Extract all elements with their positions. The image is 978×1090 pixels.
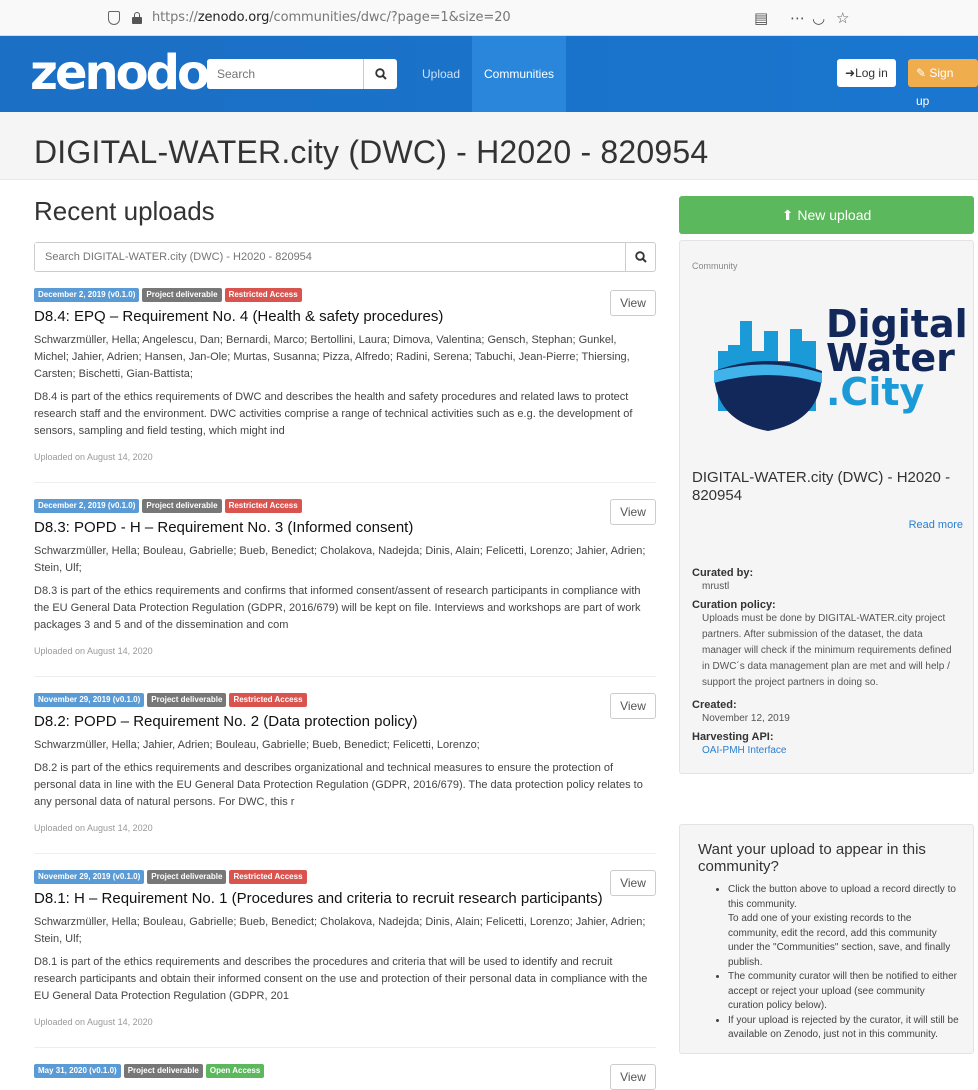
zenodo-logo[interactable]: zenodo [30, 44, 210, 102]
record-item: May 31, 2020 (v0.1.0) Project deliverabl… [34, 1048, 656, 1090]
community-name: DIGITAL-WATER.city (DWC) - H2020 - 82095… [692, 469, 951, 504]
community-panel: Community Digital Water .City DIGITAL-WA… [679, 240, 974, 774]
record-description: D8.1 is part of the ethics requirements … [34, 956, 648, 1002]
record-item: November 29, 2019 (v0.1.0) Project deliv… [34, 854, 656, 1048]
record-description: D8.4 is part of the ethics requirements … [34, 391, 633, 437]
record-item: December 2, 2019 (v0.1.0) Project delive… [34, 483, 656, 677]
curated-by-value: mrustl [702, 581, 730, 592]
access-badge[interactable]: Restricted Access [229, 693, 307, 707]
search-icon [634, 251, 647, 263]
site-search [207, 59, 397, 89]
pocket-icon[interactable]: ◡ [812, 9, 825, 27]
dwc-skyline-icon [714, 321, 822, 431]
oai-pmh-link[interactable]: OAI-PMH Interface [702, 743, 961, 759]
url-field[interactable]: https://zenodo.org/communities/dwc/?page… [152, 10, 511, 25]
curation-policy-label: Curation policy: [692, 599, 776, 611]
site-search-input[interactable] [207, 59, 363, 89]
community-metadata: Curated by: mrustl Curation policy: Uplo… [692, 567, 961, 759]
browser-address-bar: https://zenodo.org/communities/dwc/?page… [0, 0, 978, 36]
access-badge[interactable]: Restricted Access [229, 870, 307, 884]
created-label: Created: [692, 699, 737, 711]
sign-in-icon: ➜ [845, 66, 856, 80]
type-badge[interactable]: Project deliverable [142, 288, 222, 302]
edit-icon: ✎ [916, 66, 930, 80]
record-authors: Schwarzmüller, Hella; Bouleau, Gabrielle… [34, 545, 646, 574]
list-item: Click the button above to upload a recor… [728, 883, 961, 912]
view-button[interactable]: View [610, 870, 656, 896]
new-upload-button[interactable]: ⬆ New upload [679, 196, 974, 234]
version-date-badge[interactable]: December 2, 2019 (v0.1.0) [34, 499, 140, 513]
version-date-badge[interactable]: November 29, 2019 (v0.1.0) [34, 693, 145, 707]
bookmark-star-icon[interactable]: ☆ [836, 9, 849, 27]
record-uploaded-date: Uploaded on August 14, 2020 [34, 646, 153, 656]
record-title[interactable]: D8.4: EPQ – Requirement No. 4 (Health & … [34, 308, 656, 328]
community-logo: Digital Water .City [692, 281, 968, 461]
page-title: DIGITAL-WATER.city (DWC) - H2020 - 82095… [34, 134, 709, 170]
recent-uploads-section: Recent uploads December 2, 2019 (v0.1.0)… [34, 180, 656, 1090]
type-badge[interactable]: Project deliverable [123, 1064, 203, 1078]
access-badge[interactable]: Restricted Access [224, 288, 302, 302]
read-more-link[interactable]: Read more [692, 519, 963, 531]
community-label: Community [692, 261, 738, 271]
new-upload-label: New upload [797, 207, 872, 223]
search-icon [374, 68, 387, 80]
community-sidebar: ⬆ New upload Community Digital Water .Ci… [679, 196, 974, 1054]
record-authors: Schwarzmüller, Hella; Bouleau, Gabrielle… [34, 916, 646, 945]
record-description: D8.3 is part of the ethics requirements … [34, 585, 641, 631]
nav-upload-link[interactable]: Upload [412, 36, 470, 112]
access-badge[interactable]: Open Access [205, 1064, 265, 1078]
record-title[interactable]: D8.3: POPD - H – Requirement No. 3 (Info… [34, 519, 656, 539]
list-item: To add one of your existing records to t… [728, 913, 951, 968]
record-authors: Schwarzmüller, Hella; Angelescu, Dan; Be… [34, 334, 630, 380]
logo-text-city: .City [826, 370, 925, 414]
record-uploaded-date: Uploaded on August 14, 2020 [34, 1017, 153, 1027]
created-value: November 12, 2019 [702, 713, 790, 724]
record-title[interactable]: D8.2: POPD – Requirement No. 2 (Data pro… [34, 713, 656, 733]
record-uploaded-date: Uploaded on August 14, 2020 [34, 823, 153, 833]
nav-communities-link[interactable]: Communities [472, 36, 567, 112]
type-badge[interactable]: Project deliverable [147, 693, 227, 707]
view-button[interactable]: View [610, 499, 656, 525]
signup-button[interactable]: ✎ Sign up [908, 59, 978, 108]
list-item: The community curator will then be notif… [728, 970, 961, 1014]
upload-info-panel: Want your upload to appear in this commu… [679, 824, 974, 1054]
community-search-input[interactable] [35, 243, 625, 271]
upload-info-title: Want your upload to appear in this commu… [698, 841, 926, 875]
curation-policy-text: Uploads must be done by DIGITAL-WATER.ci… [702, 613, 952, 688]
login-label: Log in [855, 66, 888, 80]
community-search [34, 242, 656, 272]
record-item: November 29, 2019 (v0.1.0) Project deliv… [34, 677, 656, 854]
version-date-badge[interactable]: May 31, 2020 (v0.1.0) [34, 1064, 121, 1078]
lock-icon[interactable] [132, 12, 142, 24]
tracking-shield-icon[interactable] [108, 11, 120, 25]
upload-info-list: Click the button above to upload a recor… [728, 883, 961, 1043]
recent-uploads-heading: Recent uploads [34, 196, 215, 226]
list-item: If your upload is rejected by the curato… [728, 1014, 961, 1043]
curated-by-label: Curated by: [692, 567, 754, 579]
community-search-button[interactable] [625, 243, 655, 271]
access-badge[interactable]: Restricted Access [224, 499, 302, 513]
record-authors: Schwarzmüller, Hella; Jahier, Adrien; Bo… [34, 739, 480, 751]
record-item: December 2, 2019 (v0.1.0) Project delive… [34, 278, 656, 483]
record-title[interactable]: D8.1: H – Requirement No. 1 (Procedures … [34, 890, 656, 910]
record-uploaded-date: Uploaded on August 14, 2020 [34, 452, 153, 462]
record-description: D8.2 is part of the ethics requirements … [34, 762, 643, 808]
harvesting-api-label: Harvesting API: [692, 731, 774, 743]
upload-icon: ⬆ [781, 207, 798, 223]
reader-view-icon[interactable]: ▤ [754, 9, 768, 27]
site-search-button[interactable] [363, 59, 397, 89]
more-actions-icon[interactable]: ⋯ [790, 9, 805, 27]
site-header: zenodo Upload Communities ➜Log in ✎ Sign… [0, 36, 978, 112]
version-date-badge[interactable]: November 29, 2019 (v0.1.0) [34, 870, 145, 884]
type-badge[interactable]: Project deliverable [142, 499, 222, 513]
view-button[interactable]: View [610, 693, 656, 719]
type-badge[interactable]: Project deliverable [147, 870, 227, 884]
version-date-badge[interactable]: December 2, 2019 (v0.1.0) [34, 288, 140, 302]
view-button[interactable]: View [610, 290, 656, 316]
login-button[interactable]: ➜Log in [837, 59, 896, 87]
view-button[interactable]: View [610, 1064, 656, 1090]
